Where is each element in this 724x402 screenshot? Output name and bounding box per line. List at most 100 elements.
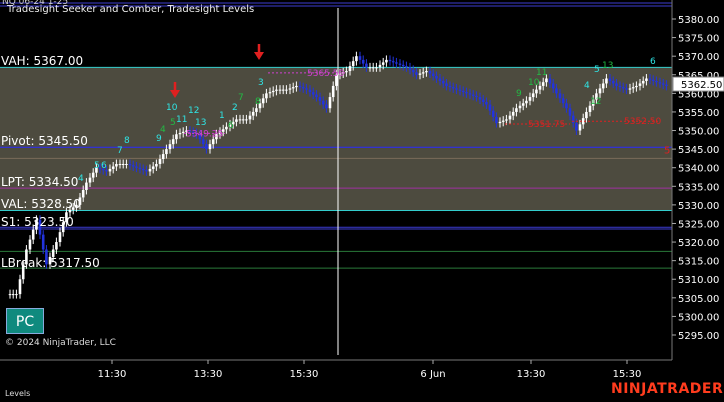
bar-body	[631, 87, 635, 89]
bar-body	[438, 78, 442, 81]
levels-tab[interactable]: Levels	[5, 389, 30, 398]
bar-body	[465, 92, 468, 94]
bar-body	[628, 88, 632, 90]
bar-body	[18, 279, 22, 295]
bar-body	[521, 103, 525, 106]
bar-body	[318, 97, 322, 101]
bar-body	[301, 87, 305, 89]
bar-body	[531, 93, 535, 98]
price-tick-label: 5295.00	[678, 331, 719, 342]
bar-body	[548, 78, 552, 84]
bar-body	[171, 139, 175, 145]
bar-body	[328, 97, 332, 109]
level-label-val: VAL: 5328.50	[1, 197, 81, 211]
bar-body	[475, 95, 478, 98]
bar-body	[208, 144, 212, 150]
bar-body	[518, 105, 522, 109]
bar-body	[271, 90, 275, 93]
bar-body	[381, 62, 385, 65]
bar-body	[498, 121, 502, 124]
bar-body	[201, 139, 205, 145]
bar-body	[361, 59, 365, 64]
bar-body	[635, 85, 638, 88]
bar-body	[305, 88, 308, 90]
time-tick-label: 15:30	[613, 369, 642, 380]
level-label-lpt: LPT: 5334.50	[1, 175, 79, 189]
bar-body	[611, 80, 615, 84]
bar-body	[565, 103, 568, 109]
seeker-count-11: 2	[232, 103, 238, 113]
bar-body	[211, 139, 215, 145]
seeker-count-15: 6	[650, 57, 656, 67]
bar-body	[485, 102, 488, 105]
price-tick-label: 5335.00	[678, 182, 719, 193]
bar-body	[358, 56, 362, 60]
seeker-count-2: 6	[101, 161, 107, 171]
time-tick-label: 6 Jun	[420, 369, 445, 380]
bar-body	[88, 177, 92, 183]
bar-body	[601, 83, 605, 89]
brand-part1: NINJA	[611, 381, 658, 397]
price-tick-label: 5375.00	[678, 34, 719, 45]
bar-body	[275, 89, 278, 91]
bar-body	[501, 120, 505, 122]
bar-body	[625, 88, 628, 90]
bar-body	[618, 85, 622, 88]
bar-body	[291, 87, 295, 89]
seeker-count-1: 5	[94, 161, 100, 171]
bar-body	[345, 71, 348, 73]
seeker-count-5: 9	[156, 134, 162, 144]
bar-body	[468, 93, 472, 95]
price-tick-label: 5320.00	[678, 238, 719, 249]
bar-body	[58, 232, 62, 243]
bar-body	[365, 63, 368, 68]
bar-body	[315, 94, 318, 98]
bar-body	[298, 85, 302, 88]
bar-body	[331, 85, 335, 98]
price-tick-label: 5380.00	[678, 15, 719, 26]
magenta-label-2: 5365.50	[307, 69, 344, 79]
bar-body	[608, 78, 612, 81]
seeker-count-14: 5	[594, 65, 600, 75]
bar-body	[658, 82, 662, 84]
bar-body	[148, 168, 152, 172]
comber-count-4: 8	[255, 97, 261, 107]
copyright-text: © 2024 NinjaTrader, LLC	[5, 338, 116, 348]
bar-body	[115, 163, 118, 167]
bar-body	[175, 134, 178, 140]
bar-body	[621, 87, 625, 89]
bar-body	[145, 170, 148, 172]
bar-body	[398, 63, 402, 65]
bar-body	[371, 67, 375, 69]
bar-body	[11, 294, 15, 296]
bar-body	[138, 167, 142, 169]
bar-body	[311, 92, 315, 95]
bar-body	[255, 108, 258, 112]
seeker-count-9: 13	[195, 118, 206, 128]
bar-body	[615, 83, 618, 86]
bar-body	[568, 108, 572, 116]
bar-body	[111, 166, 115, 169]
bar-body	[511, 111, 515, 116]
bar-body	[425, 71, 428, 73]
bar-body	[488, 104, 492, 111]
bar-body	[435, 76, 438, 79]
brand-part2: TRADER	[657, 381, 724, 397]
bar-body	[31, 229, 35, 240]
bar-body	[571, 115, 575, 124]
bar-body	[265, 93, 268, 99]
level-label-overlap: LBreak: 5317.50	[1, 256, 100, 270]
red-label-2: 5352.50	[624, 117, 661, 127]
bar-body	[28, 239, 32, 250]
seeker-count-10: 1	[219, 111, 225, 121]
bar-body	[665, 84, 668, 86]
bar-body	[578, 124, 582, 131]
pc-button[interactable]: PC	[6, 308, 44, 334]
bar-body	[515, 108, 518, 112]
time-tick-label: 15:30	[290, 369, 319, 380]
bar-body	[391, 61, 395, 63]
red-label-1: 5351.75	[528, 120, 565, 130]
comber-count-2: 6	[228, 121, 234, 131]
bar-body	[205, 144, 208, 150]
bar-body	[451, 87, 455, 89]
